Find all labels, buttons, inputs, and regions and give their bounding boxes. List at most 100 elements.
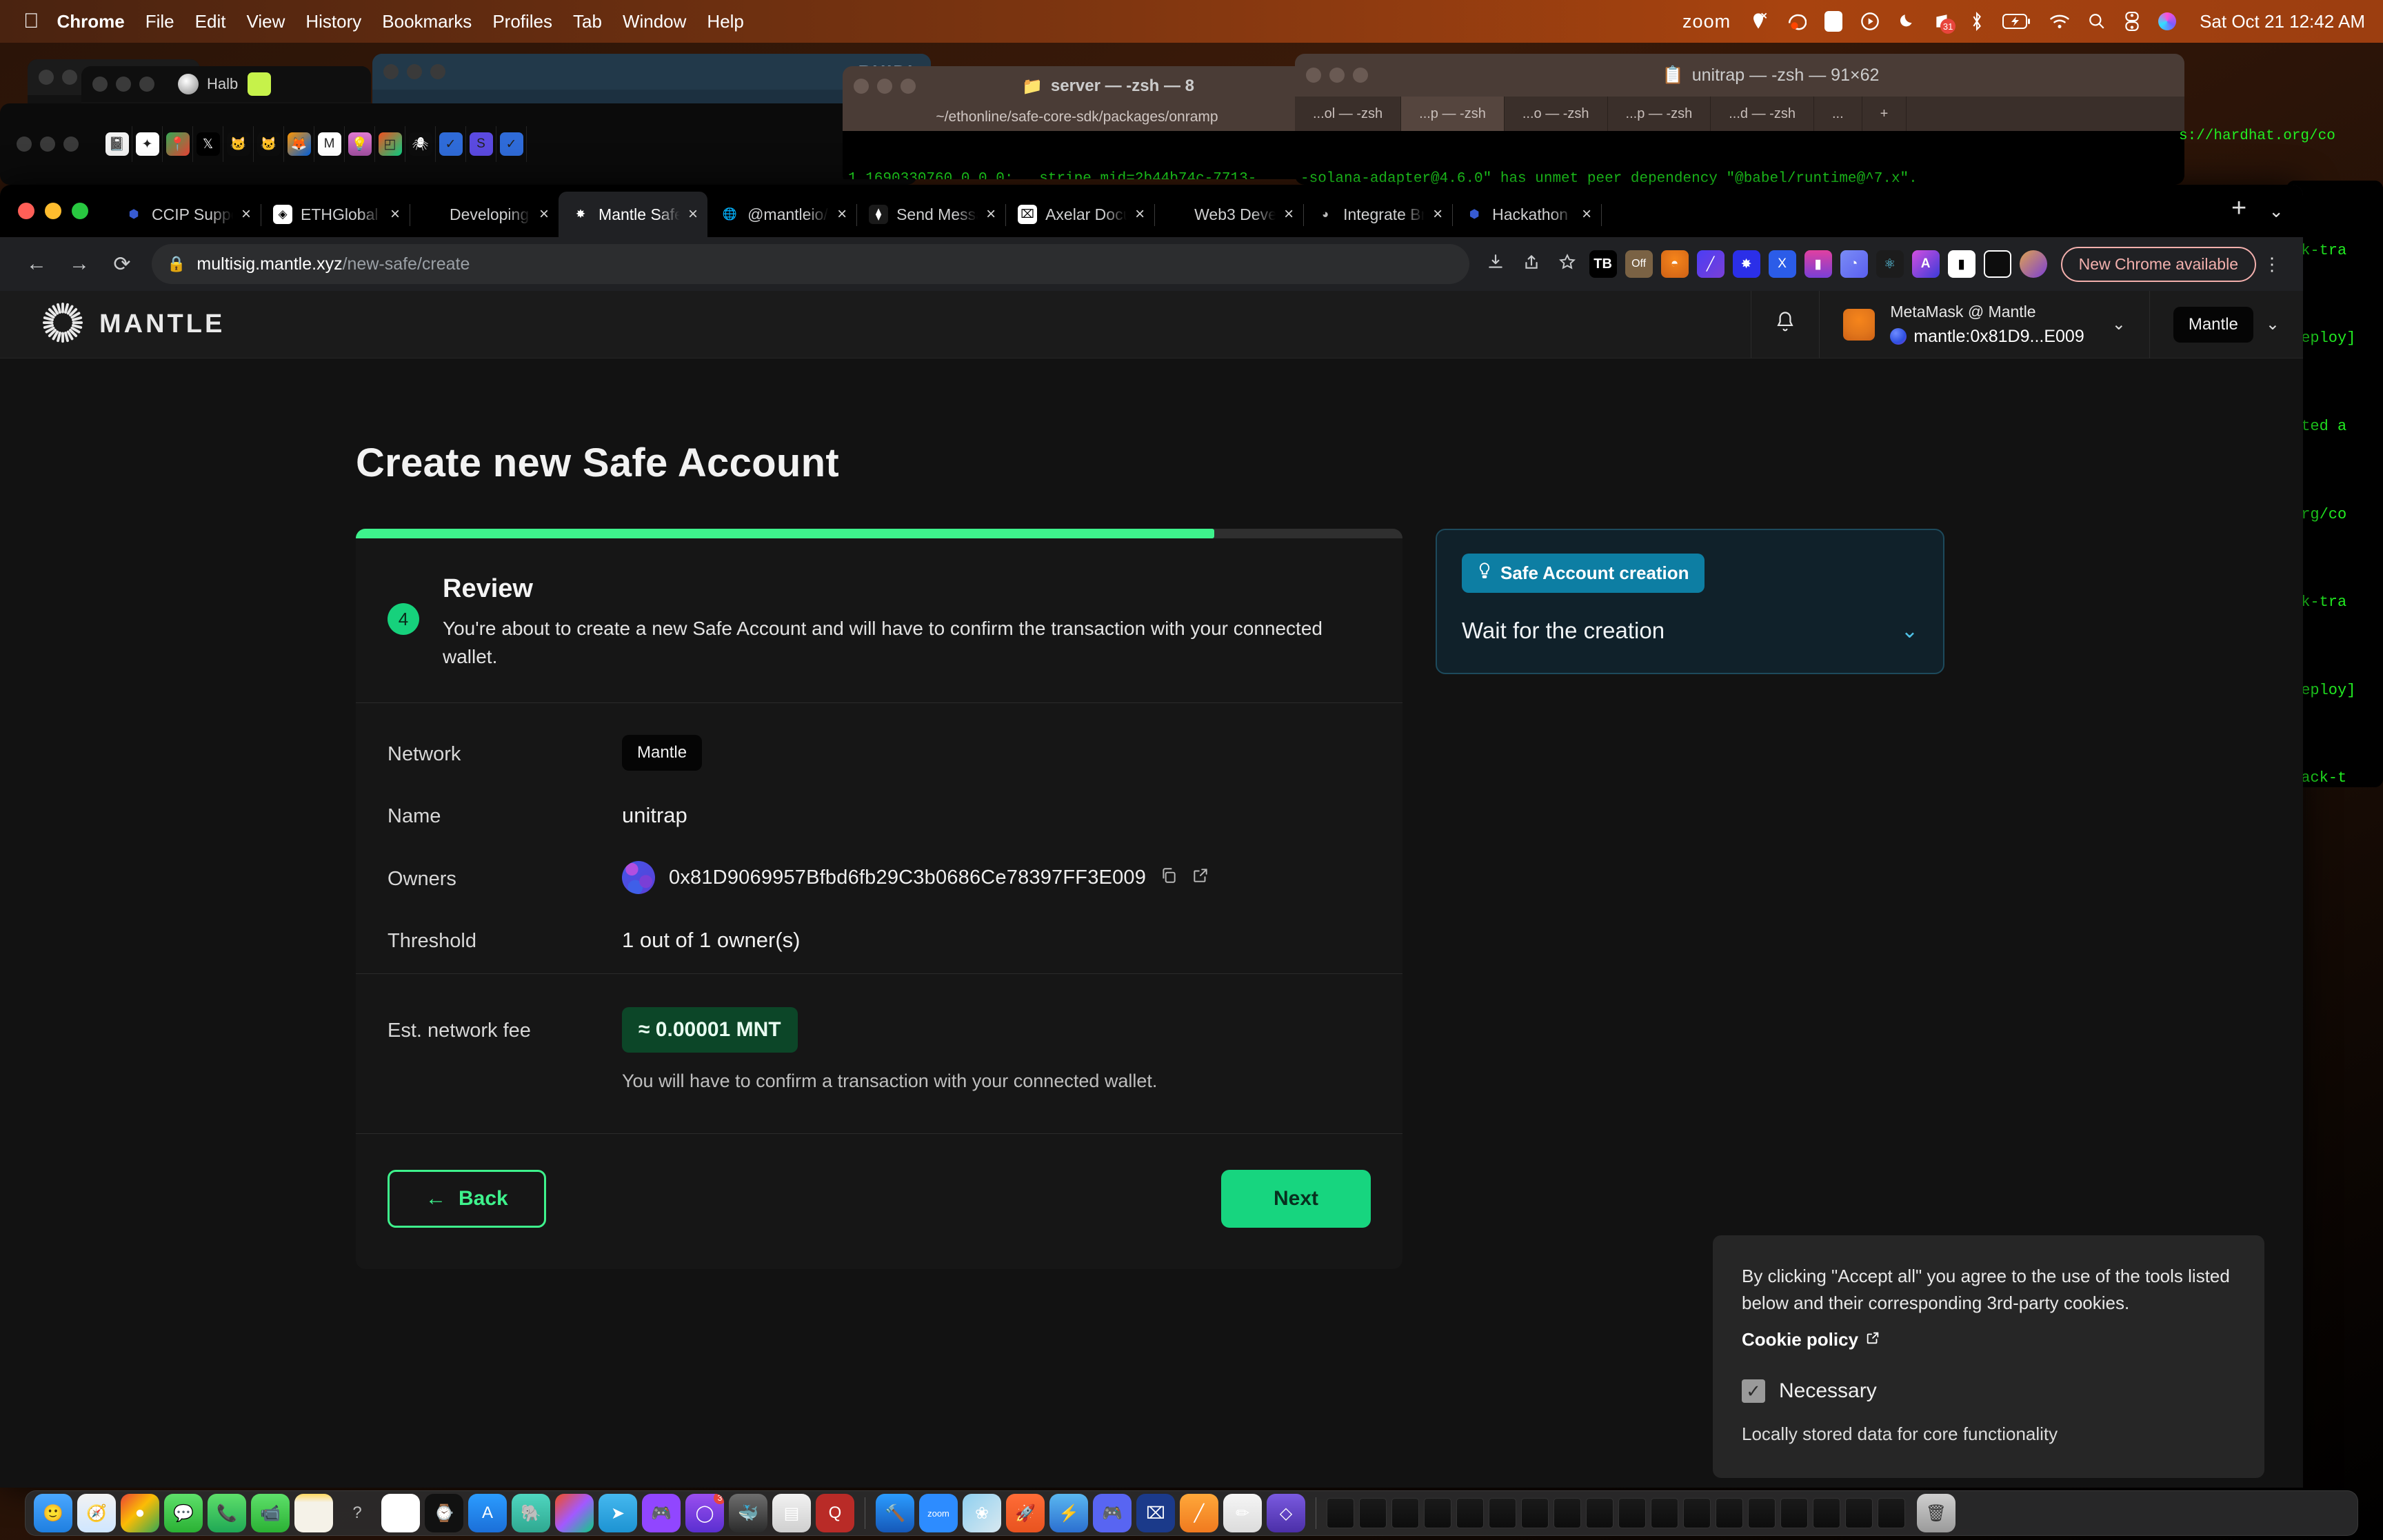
profile-avatar[interactable] [2019, 250, 2047, 278]
menu-item-help[interactable]: Help [707, 11, 743, 32]
github2-bookmark[interactable]: 🐱 [254, 126, 284, 162]
terminal-tab[interactable]: ... [1814, 97, 1862, 131]
dock-minimized-window[interactable] [1845, 1498, 1873, 1528]
browser-tab[interactable]: ⧫ Send Message × [856, 192, 1007, 237]
dock-app-quora[interactable]: Q [816, 1494, 854, 1532]
shield-bookmark[interactable]: ✓ [436, 126, 466, 162]
firefox-bookmark[interactable]: 🦊 [284, 126, 314, 162]
maps-bookmark[interactable]: 📍 [163, 126, 193, 162]
dock-app-terminal[interactable]: ▤ [772, 1494, 811, 1532]
dock-minimized-window[interactable] [1683, 1498, 1711, 1528]
rabby-extension[interactable]: ◔ [1840, 250, 1868, 278]
dock-app-postman[interactable]: 🚀 [1006, 1494, 1045, 1532]
dock-minimized-window[interactable] [1651, 1498, 1678, 1528]
necessary-checkbox[interactable]: ✓ [1742, 1379, 1765, 1403]
close-window-button[interactable] [18, 203, 34, 219]
copy-address-icon[interactable] [1160, 867, 1178, 889]
browser-tab[interactable]: ⌧ Axelar Docum × [1005, 192, 1156, 237]
menu-item-history[interactable]: History [305, 11, 361, 32]
dock-app-finder[interactable]: 🙂 [34, 1494, 72, 1532]
dock-app-xcode[interactable]: 🔨 [876, 1494, 914, 1532]
dock-minimized-window[interactable] [1716, 1498, 1743, 1528]
lamp-bookmark[interactable]: 💡 [345, 126, 375, 162]
dock-minimized-window[interactable] [1359, 1498, 1387, 1528]
cookie-policy-link[interactable]: Cookie policy [1742, 1329, 1880, 1350]
window-traffic-lights[interactable] [383, 64, 445, 79]
menu-item-profiles[interactable]: Profiles [492, 11, 552, 32]
figma-bookmark[interactable]: ◰ [375, 126, 405, 162]
browser-tab-active[interactable]: ✸ Mantle Safe – × [559, 192, 708, 237]
dock-app-slice[interactable]: ╱ [1180, 1494, 1218, 1532]
forward-button[interactable]: → [58, 252, 101, 276]
dock-app-excalidraw[interactable]: ✎ [381, 1494, 420, 1532]
back-button[interactable]: ← [15, 252, 58, 276]
dock-app-docker[interactable]: 🐳 [729, 1494, 767, 1532]
browser-tab[interactable]: 🌐 @mantleio/sd × [707, 192, 858, 237]
dock-minimized-window[interactable] [1813, 1498, 1840, 1528]
dock-app-watch[interactable]: ⌚ [425, 1494, 463, 1532]
minimize-window-button[interactable] [45, 203, 61, 219]
browser-tab[interactable]: ⬢ CCIP Support × [112, 192, 262, 237]
react-devtools-extension[interactable]: ⚛ [1876, 250, 1904, 278]
side-card-row[interactable]: Wait for the creation ⌄ [1462, 618, 1918, 644]
wifi-icon[interactable] [2049, 13, 2070, 30]
dock-minimized-window[interactable] [1456, 1498, 1484, 1528]
dock-minimized-window[interactable] [1780, 1498, 1808, 1528]
dock-app-arc[interactable]: ◯ 3 [685, 1494, 724, 1532]
mantle-brand[interactable]: MANTLE [0, 301, 225, 347]
macos-menu-bar[interactable]:  Chrome File Edit View History Bookmarks Prof… [0, 0, 2383, 43]
shield2-bookmark[interactable]: ✓ [496, 126, 527, 162]
safe-account-creation-card[interactable]: Safe Account creation Wait for the creat… [1436, 529, 1944, 674]
dock-app-notes[interactable] [294, 1494, 333, 1532]
terminal-window-server[interactable]: 📁 server — -zsh — 8 ~/ethonline/safe-cor… [843, 66, 1311, 185]
dock-app-warp[interactable]: ⚡ [1049, 1494, 1088, 1532]
window-traffic-lights[interactable] [39, 70, 77, 85]
dock-app-app-store[interactable]: A [468, 1494, 507, 1532]
maximize-window-button[interactable] [72, 203, 88, 219]
terminal-tab[interactable]: ...p — -zsh [1401, 97, 1505, 131]
spotlight-search-icon[interactable] [2088, 12, 2106, 30]
wallet-chevron-down-icon[interactable]: ⌄ [2112, 314, 2126, 334]
terminal-tab[interactable]: ...d — -zsh [1711, 97, 1814, 131]
calendar-icon[interactable]: 31 [1933, 12, 1956, 34]
dock-app-telegram[interactable]: ➤ [599, 1494, 637, 1532]
tab-close-icon[interactable]: × [986, 205, 996, 224]
dock-app-facetime[interactable]: 📹 [251, 1494, 290, 1532]
tab-close-icon[interactable]: × [688, 205, 698, 224]
back-button[interactable]: ← Back [388, 1170, 546, 1228]
menu-item-window[interactable]: Window [623, 11, 686, 32]
dock-app-figma[interactable] [555, 1494, 594, 1532]
browser-tab[interactable]: ◈ ETHGlobal | P × [261, 192, 411, 237]
browser-tab[interactable]: Web3 Develo × [1154, 192, 1305, 237]
tb-extension[interactable]: TB [1589, 250, 1617, 278]
siri-icon[interactable] [2158, 12, 2177, 30]
tab-close-icon[interactable]: × [1433, 205, 1442, 224]
dock-app-evernote[interactable]: 🐘 [512, 1494, 550, 1532]
chrome-omnibox-toolbar[interactable]: ← → ⟳ 🔒 multisig.mantle.xyz/new-safe/cre… [0, 237, 2303, 291]
screen-share-icon[interactable] [1786, 11, 1807, 32]
dock-app-whatsapp[interactable]: 📞 [208, 1494, 246, 1532]
terminal-tab-strip[interactable]: ...ol — -zsh ...p — -zsh ...o — -zsh ...p —… [1295, 97, 2184, 131]
metamask-extension[interactable]: ◓ [1660, 250, 1689, 278]
off-toggle-extension[interactable]: Off [1625, 250, 1653, 278]
dock-app-messages[interactable]: 💬 [164, 1494, 203, 1532]
bookmarks-bar[interactable]: 📓 ✦ 📍 𝕏 🐱 🐱 🦊 M 💡 ◰ 🕷 ✓ S ✓ [102, 126, 527, 162]
terminal-tab[interactable]: ...o — -zsh [1505, 97, 1608, 131]
download-icon[interactable] [1478, 253, 1514, 276]
dock-minimized-window[interactable] [1424, 1498, 1451, 1528]
terminal-tab[interactable]: ...p — -zsh [1608, 97, 1711, 131]
vertical-extension[interactable] [1983, 250, 2011, 278]
chrome-menu-button[interactable]: ⋮ [2256, 254, 2288, 275]
dock-app-unknown-app[interactable]: ? [338, 1494, 376, 1532]
dock-minimized-window[interactable] [1748, 1498, 1776, 1528]
menu-bar-clock[interactable]: Sat Oct 21 12:42 AM [2200, 11, 2365, 32]
new-tab-button[interactable]: + [2216, 195, 2262, 227]
extension-icons[interactable]: TB Off ◓ ╱ ✸ X ▮ ◔ ⚛ A ▮ [1585, 250, 2051, 278]
menu-item-view[interactable]: View [246, 11, 285, 32]
spider-bookmark[interactable]: 🕷 [405, 126, 436, 162]
reload-button[interactable]: ⟳ [101, 252, 143, 276]
terminal-new-tab-button[interactable]: + [1862, 97, 1907, 131]
network-chevron-down-icon[interactable]: ⌄ [2266, 314, 2280, 334]
window-traffic-lights[interactable] [92, 77, 154, 92]
dock-app-notability[interactable]: ✏ [1223, 1494, 1262, 1532]
